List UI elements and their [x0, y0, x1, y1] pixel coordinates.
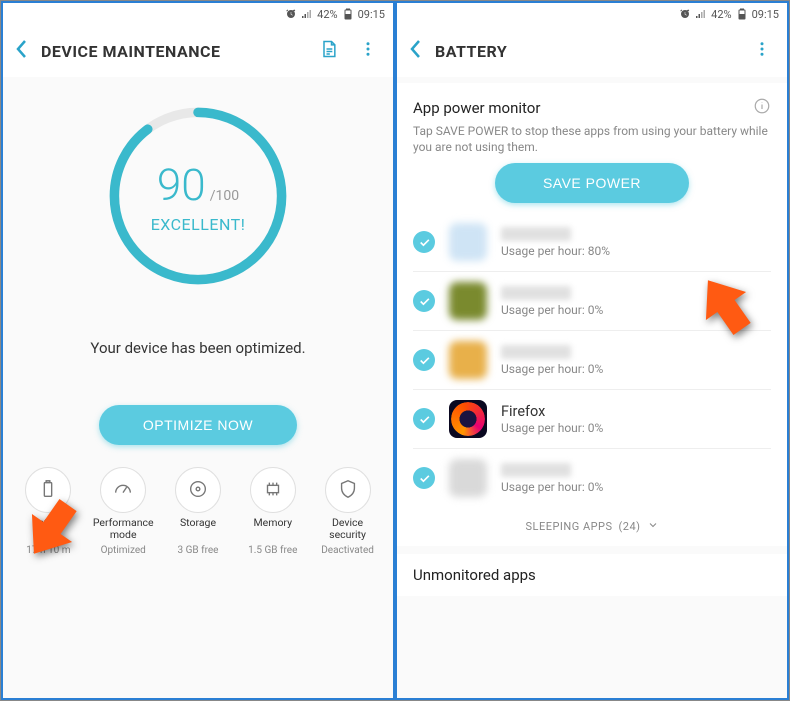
sleeping-apps-button[interactable]: SLEEPING APPS (24)	[397, 507, 787, 546]
cat-label: Storage	[180, 517, 216, 541]
app-info: FirefoxUsage per hour: 0%	[501, 403, 771, 435]
battery-icon	[342, 8, 354, 20]
battery-pct: 42%	[711, 8, 731, 21]
app-icon	[449, 459, 487, 497]
app-info: Usage per hour: 80%	[501, 227, 771, 258]
checkbox-icon[interactable]	[413, 467, 435, 489]
score-total: /100	[210, 188, 239, 204]
back-icon[interactable]	[409, 38, 423, 64]
cat-battery[interactable]: Battery 17 h 10 m	[14, 467, 82, 556]
cat-storage[interactable]: Storage 3 GB free	[164, 467, 232, 556]
gauge-icon	[112, 478, 134, 503]
signal-icon	[695, 8, 707, 20]
cat-sub: Deactivated	[321, 545, 374, 556]
cat-memory[interactable]: Memory 1.5 GB free	[239, 467, 307, 556]
cat-sub: 3 GB free	[177, 545, 218, 556]
page-title: DEVICE MAINTENANCE	[41, 42, 303, 61]
status-bar: 42% 09:15	[3, 3, 393, 25]
app-name-redacted	[501, 286, 571, 300]
sleeping-apps-count: (24)	[619, 520, 641, 533]
cat-label: Performance mode	[89, 517, 157, 541]
app-icon	[449, 341, 487, 379]
battery-icon	[736, 8, 748, 20]
app-usage: Usage per hour: 0%	[501, 362, 771, 376]
page-title: BATTERY	[435, 42, 737, 61]
app-name-redacted	[501, 227, 571, 241]
cat-security[interactable]: Device security Deactivated	[314, 467, 382, 556]
app-name-redacted	[501, 463, 571, 477]
app-icon	[449, 400, 487, 438]
shield-icon	[337, 478, 359, 503]
storage-icon	[187, 478, 209, 503]
battery-pct: 42%	[317, 8, 337, 21]
chevron-down-icon	[647, 519, 659, 534]
checkbox-icon[interactable]	[413, 349, 435, 371]
app-name-redacted	[501, 345, 571, 359]
signal-icon	[301, 8, 313, 20]
app-usage: Usage per hour: 0%	[501, 480, 771, 494]
app-usage: Usage per hour: 80%	[501, 244, 771, 258]
alarm-icon	[679, 8, 691, 20]
alarm-icon	[285, 8, 297, 20]
more-icon[interactable]	[355, 35, 381, 67]
score-value: 90	[157, 159, 206, 211]
app-row[interactable]: Usage per hour: 0%	[397, 272, 787, 330]
cat-label: Battery	[32, 517, 65, 541]
cat-performance[interactable]: Performance mode Optimized	[89, 467, 157, 556]
app-row[interactable]: Usage per hour: 80%	[397, 213, 787, 271]
screen-battery: 42% 09:15 BATTERY App power monitor Tap …	[395, 1, 789, 700]
app-name: Firefox	[501, 403, 771, 420]
app-info: Usage per hour: 0%	[501, 463, 771, 494]
app-header: DEVICE MAINTENANCE	[3, 25, 393, 77]
score-ring: 90/100 EXCELLENT!	[3, 101, 393, 291]
clock-time: 09:15	[358, 8, 385, 21]
checkbox-icon[interactable]	[413, 408, 435, 430]
app-info: Usage per hour: 0%	[501, 345, 771, 376]
app-usage: Usage per hour: 0%	[501, 421, 771, 435]
save-power-button[interactable]: SAVE POWER	[495, 163, 689, 203]
section-title: App power monitor	[413, 99, 540, 117]
more-icon[interactable]	[749, 35, 775, 67]
app-icon	[449, 282, 487, 320]
score-label: EXCELLENT!	[151, 215, 246, 234]
app-power-monitor-section: App power monitor Tap SAVE POWER to stop…	[397, 83, 787, 213]
app-usage: Usage per hour: 0%	[501, 303, 771, 317]
sleeping-apps-label: SLEEPING APPS	[525, 520, 612, 533]
report-icon[interactable]	[315, 35, 343, 67]
app-info: Usage per hour: 0%	[501, 286, 771, 317]
checkbox-icon[interactable]	[413, 290, 435, 312]
memory-icon	[262, 478, 284, 503]
cat-sub: 17 h 10 m	[26, 545, 70, 556]
app-list: Usage per hour: 80% Usage per hour: 0% Usa…	[397, 213, 787, 507]
checkbox-icon[interactable]	[413, 231, 435, 253]
info-icon[interactable]	[753, 97, 771, 119]
cat-sub: 1.5 GB free	[248, 545, 297, 556]
app-row[interactable]: Usage per hour: 0%	[397, 331, 787, 389]
status-bar: 42% 09:15	[397, 3, 787, 25]
optimize-now-button[interactable]: OPTIMIZE NOW	[99, 405, 297, 445]
app-row[interactable]: FirefoxUsage per hour: 0%	[397, 390, 787, 448]
section-subtitle: Tap SAVE POWER to stop these apps from u…	[413, 123, 771, 155]
app-row[interactable]: Usage per hour: 0%	[397, 449, 787, 507]
cat-sub: Optimized	[101, 545, 146, 556]
screen-device-maintenance: 42% 09:15 DEVICE MAINTENANCE 90/100 EXCE…	[1, 1, 395, 700]
cat-label: Memory	[254, 517, 293, 541]
cat-label: Device security	[314, 517, 382, 541]
battery-icon	[37, 478, 59, 503]
optimized-message: Your device has been optimized.	[3, 339, 393, 357]
category-row: Battery 17 h 10 m Performance mode Optim…	[3, 467, 393, 556]
app-icon	[449, 223, 487, 261]
unmonitored-apps-title[interactable]: Unmonitored apps	[397, 554, 787, 596]
back-icon[interactable]	[15, 38, 29, 64]
clock-time: 09:15	[752, 8, 779, 21]
app-header: BATTERY	[397, 25, 787, 77]
